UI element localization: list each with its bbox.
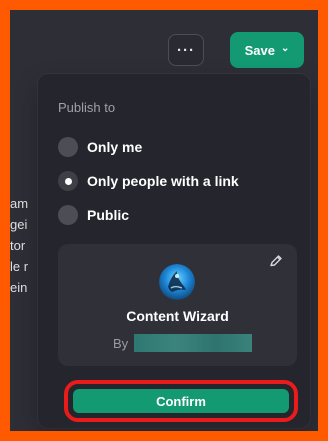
background-document-text: am gei tor le r ein <box>10 193 38 298</box>
save-button-label: Save <box>244 42 275 58</box>
confirm-button-label: Confirm <box>156 393 206 409</box>
radio-dot <box>64 177 72 185</box>
background-text-line: am <box>10 196 29 211</box>
publish-option-only-me[interactable]: Only me <box>58 137 142 157</box>
publish-option-label: Only people with a link <box>87 173 239 189</box>
publish-option-label: Public <box>87 207 130 223</box>
redacted-author <box>134 334 253 352</box>
background-text-line: ein <box>10 280 28 295</box>
by-label: By <box>113 335 129 351</box>
publish-title: Publish to <box>58 100 116 115</box>
chevron-down-icon: ⌄ <box>280 43 290 54</box>
assistant-card: Content Wizard By <box>58 244 297 366</box>
background-text-line: le r <box>10 259 29 274</box>
confirm-highlight: Confirm <box>64 380 298 422</box>
radio-selected-icon <box>58 171 78 191</box>
publish-option-link[interactable]: Only people with a link <box>58 171 239 191</box>
assistant-byline: By <box>113 333 253 353</box>
radio-unselected-icon <box>58 205 78 225</box>
publish-popover: Publish to Only me Only people with a li… <box>38 74 310 428</box>
confirm-button[interactable]: Confirm <box>73 389 289 413</box>
more-options-button[interactable]: ··· <box>168 34 204 66</box>
assistant-name: Content Wizard <box>126 308 229 324</box>
wizard-logo-icon <box>159 264 195 300</box>
more-options-icon: ··· <box>177 41 195 59</box>
background-text-line: tor <box>10 238 26 253</box>
save-button[interactable]: Save ⌄ <box>230 32 304 68</box>
publish-option-public[interactable]: Public <box>58 205 129 225</box>
radio-unselected-icon <box>58 137 78 157</box>
screenshot-frame: ··· Save ⌄ am gei tor le r ein Publish t… <box>10 10 318 431</box>
publish-option-label: Only me <box>87 139 143 155</box>
background-text-line: gei <box>10 217 28 232</box>
pencil-icon[interactable] <box>267 252 285 270</box>
